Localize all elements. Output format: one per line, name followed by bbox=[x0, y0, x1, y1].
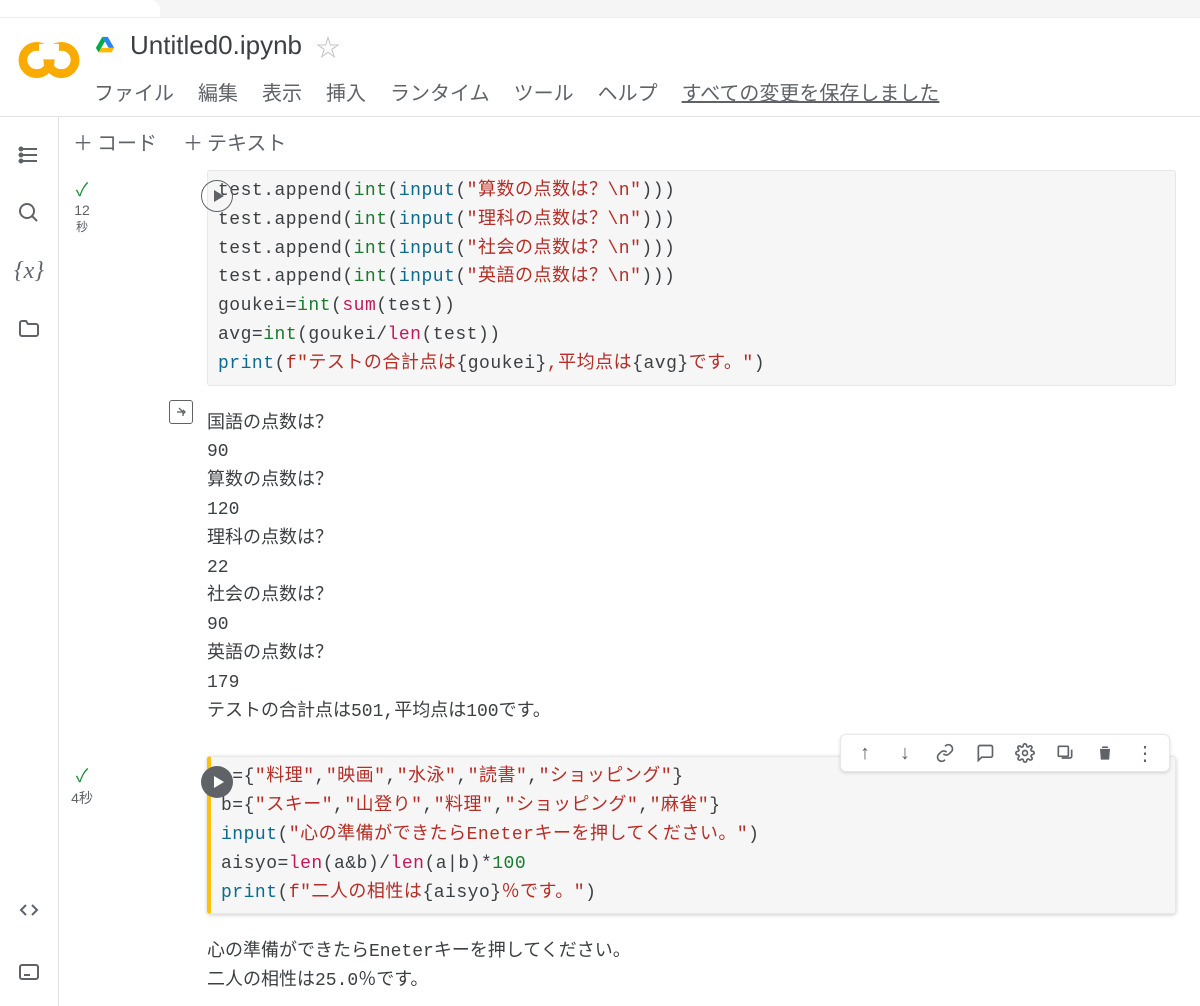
menu-file[interactable]: ファイル bbox=[94, 77, 174, 106]
notebook-title[interactable]: Untitled0.ipynb bbox=[130, 30, 302, 61]
link-icon[interactable] bbox=[933, 741, 957, 765]
colab-logo[interactable] bbox=[10, 28, 88, 116]
menu-runtime[interactable]: ランタイム bbox=[390, 77, 490, 106]
move-up-button[interactable]: ↑ bbox=[853, 741, 877, 765]
menu-view[interactable]: 表示 bbox=[262, 77, 302, 106]
menu-tools[interactable]: ツール bbox=[514, 77, 574, 106]
more-icon[interactable]: ⋮ bbox=[1133, 741, 1157, 765]
terminal-icon[interactable] bbox=[15, 958, 43, 986]
delete-icon[interactable] bbox=[1093, 741, 1117, 765]
exec-time: 12 bbox=[67, 202, 97, 218]
cell-toolbar: ↑ ↓ ⋮ bbox=[840, 734, 1170, 772]
menu-edit[interactable]: 編集 bbox=[198, 77, 238, 106]
code-snippets-icon[interactable] bbox=[15, 896, 43, 924]
cell-output: 国語の点数は？ 90 算数の点数は？ 120 理科の点数は？ 22 社会の点数は… bbox=[207, 410, 551, 727]
exec-time: 4秒 bbox=[67, 788, 97, 808]
code-cell-1: ✓ 12 秒 test.append(int(input("算数の点数は？\n"… bbox=[59, 170, 1200, 736]
menu-bar: ファイル 編集 表示 挿入 ランタイム ツール ヘルプ すべての変更を保存しまし… bbox=[88, 63, 1184, 116]
colab-logo-icon bbox=[18, 40, 80, 80]
add-code-button[interactable]: ＋コード bbox=[73, 127, 157, 156]
star-icon[interactable]: ☆ bbox=[316, 28, 340, 63]
run-cell-button[interactable] bbox=[201, 180, 233, 212]
drive-icon bbox=[94, 35, 116, 57]
cell-insert-toolbar: ＋コード ＋テキスト bbox=[59, 117, 1200, 166]
notebook-main: ＋コード ＋テキスト ✓ 12 秒 test.append(int(input(… bbox=[58, 117, 1200, 1006]
save-status[interactable]: すべての変更を保存しました bbox=[682, 77, 940, 106]
table-of-contents-icon[interactable] bbox=[15, 141, 43, 169]
output-collapse-icon[interactable] bbox=[169, 400, 193, 424]
move-down-button[interactable]: ↓ bbox=[893, 741, 917, 765]
success-icon: ✓ bbox=[67, 176, 97, 202]
success-icon: ✓ bbox=[67, 762, 97, 788]
browser-tab-bar bbox=[0, 0, 1200, 18]
menu-insert[interactable]: 挿入 bbox=[326, 77, 366, 106]
notebook-header: Untitled0.ipynb ☆ ファイル 編集 表示 挿入 ランタイム ツー… bbox=[0, 18, 1200, 116]
search-icon[interactable] bbox=[15, 199, 43, 227]
code-editor[interactable]: test.append(int(input("算数の点数は？\n")))test… bbox=[207, 170, 1176, 386]
gear-icon[interactable] bbox=[1013, 741, 1037, 765]
files-icon[interactable] bbox=[15, 315, 43, 343]
cell-output: 心の準備ができたらEneterキーを押してください。 二人の相性は25.0％です… bbox=[207, 938, 631, 996]
exec-time-unit: 秒 bbox=[67, 218, 97, 235]
code-cell-2: ↑ ↓ ⋮ ✓ 4秒 a={"料理","映画","水泳","読書","ショッピン… bbox=[59, 756, 1200, 1006]
code-editor[interactable]: a={"料理","映画","水泳","読書","ショッピング"}b={"スキー"… bbox=[207, 756, 1176, 914]
variables-icon[interactable]: {x} bbox=[15, 257, 43, 285]
comment-icon[interactable] bbox=[973, 741, 997, 765]
add-text-button[interactable]: ＋テキスト bbox=[183, 127, 286, 156]
menu-help[interactable]: ヘルプ bbox=[598, 77, 658, 106]
mirror-icon[interactable] bbox=[1053, 741, 1077, 765]
sidebar: {x} bbox=[0, 117, 58, 1006]
